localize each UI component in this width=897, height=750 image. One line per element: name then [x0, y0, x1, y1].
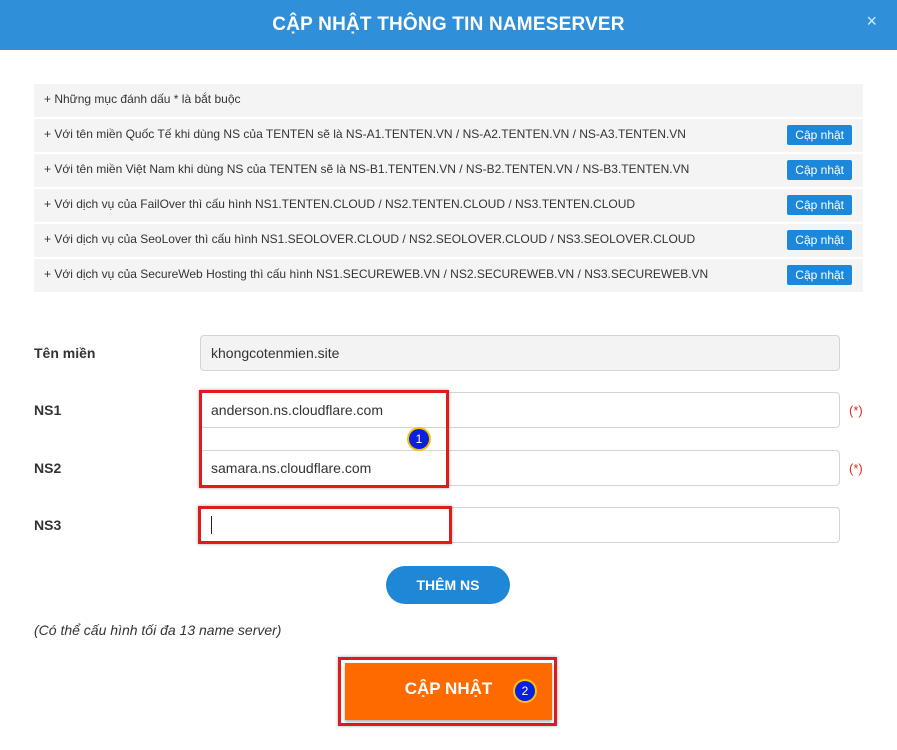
- note-international: + Với tên miền Quốc Tế khi dùng NS của T…: [34, 119, 863, 152]
- ns1-required-mark: (*): [849, 403, 863, 418]
- note-text: + Với dịch vụ của SecureWeb Hosting thì …: [44, 267, 709, 281]
- note-required: + Những mục đánh dấu * là bắt buộc: [34, 84, 863, 117]
- update-failover-button[interactable]: Cập nhật: [787, 195, 852, 215]
- dialog-header: CẬP NHẬT THÔNG TIN NAMESERVER ×: [0, 0, 897, 50]
- note-text: + Với tên miền Việt Nam khi dùng NS của …: [44, 162, 690, 176]
- ns3-label: NS3: [34, 517, 62, 533]
- update-seolover-button[interactable]: Cập nhật: [787, 230, 852, 250]
- step-badge-1: 1: [409, 429, 429, 449]
- ns2-label: NS2: [34, 460, 62, 476]
- notes-list: + Những mục đánh dấu * là bắt buộc + Với…: [34, 84, 863, 294]
- close-icon[interactable]: ×: [866, 11, 877, 32]
- ns1-label: NS1: [34, 402, 62, 418]
- note-seolover: + Với dịch vụ của SeoLover thì cấu hình …: [34, 224, 863, 257]
- step-badge-2: 2: [515, 681, 535, 701]
- note-text: + Với dịch vụ của FailOver thì cấu hình …: [44, 197, 636, 211]
- note-secureweb: + Với dịch vụ của SecureWeb Hosting thì …: [34, 259, 863, 292]
- domain-label: Tên miền: [34, 345, 96, 361]
- note-failover: + Với dịch vụ của FailOver thì cấu hình …: [34, 189, 863, 222]
- dialog-title: CẬP NHẬT THÔNG TIN NAMESERVER: [272, 14, 625, 35]
- note-vietnam: + Với tên miền Việt Nam khi dùng NS của …: [34, 154, 863, 187]
- ns2-required-mark: (*): [849, 461, 863, 476]
- update-secureweb-button[interactable]: Cập nhật: [787, 265, 852, 285]
- note-text: + Những mục đánh dấu * là bắt buộc: [44, 92, 241, 106]
- max-ns-hint: (Có thể cấu hình tối đa 13 name server): [34, 622, 282, 638]
- update-tenten-vn-button[interactable]: Cập nhật: [787, 160, 852, 180]
- update-tenten-intl-button[interactable]: Cập nhật: [787, 125, 852, 145]
- highlight-ns3: [198, 506, 452, 544]
- note-text: + Với dịch vụ của SeoLover thì cấu hình …: [44, 232, 696, 246]
- domain-field: khongcotenmien.site: [200, 335, 840, 371]
- note-text: + Với tên miền Quốc Tế khi dùng NS của T…: [44, 127, 686, 141]
- add-ns-button[interactable]: THÊM NS: [386, 566, 510, 604]
